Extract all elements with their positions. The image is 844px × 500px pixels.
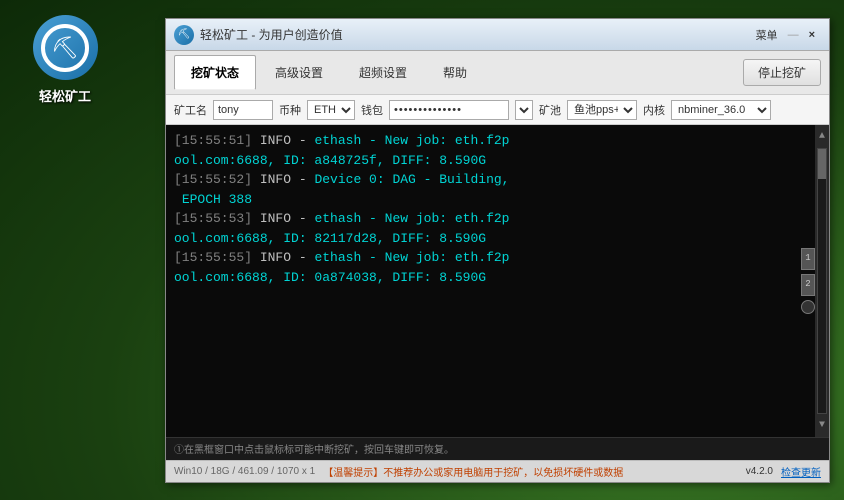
sys-info: Win10 / 18G / 461.09 / 1070 x 1 [174,466,315,477]
log-ts-1: [15:55:51] [174,133,252,148]
scroll-up-arrow[interactable]: ▲ [815,127,829,146]
title-bar: ⛏ 轻松矿工 - 为用户创造价值 菜单 — × [166,19,829,51]
menu-button[interactable]: 菜单 [750,25,784,45]
main-window: ⛏ 轻松矿工 - 为用户创造价值 菜单 — × 挖矿状态 高级设置 超频设置 帮… [165,18,830,483]
update-link[interactable]: 检查更新 [781,464,821,479]
scroll-thumb[interactable] [818,149,826,179]
toolbar: 挖矿状态 高级设置 超频设置 帮助 停止挖矿 [166,51,829,95]
app-icon-label: 轻松矿工 [39,86,91,105]
tab-super-settings[interactable]: 超频设置 [342,55,424,90]
title-left: ⛏ 轻松矿工 - 为用户创造价值 [174,25,343,45]
log-ts-2: [15:55:52] [174,172,252,187]
scroll-track[interactable] [817,148,827,414]
log-line-4: [15:55:55] INFO - ethash - New job: eth.… [174,248,805,287]
log-line-3: [15:55:53] INFO - ethash - New job: eth.… [174,209,805,248]
miner-name-input[interactable] [213,100,273,120]
wallet-label: 钱包 [361,102,383,118]
side-btn-1[interactable]: 1 [801,248,815,270]
title-separator: — [788,29,799,41]
version-label: v4.2.0 [746,466,773,477]
terminal-hint: ①在黑框窗口中点击鼠标标可能中断挖矿，按回车键即可恢复。 [174,445,454,456]
tab-advanced-settings[interactable]: 高级设置 [258,55,340,90]
miner-name-label: 矿工名 [174,102,207,118]
title-controls: 菜单 — × [750,25,821,45]
tab-mining-status[interactable]: 挖矿状态 [174,55,256,90]
fields-row: 矿工名 币种 ETH 钱包 ▼ 矿池 鱼池pps+ 内核 nbminer_36.… [166,95,829,125]
log-line-2: [15:55:52] INFO - Device 0: DAG - Buildi… [174,170,805,209]
window-title: 轻松矿工 - 为用户创造价值 [200,26,343,43]
pool-label: 矿池 [539,102,561,118]
terminal-area: ▲ ▼ [15:55:51] INFO - ethash - New job: … [166,125,829,437]
coin-select[interactable]: ETH [307,100,355,120]
wallet-input[interactable] [389,100,509,120]
pool-select[interactable]: 鱼池pps+ [567,100,637,120]
log-line-1: [15:55:51] INFO - ethash - New job: eth.… [174,131,805,170]
coin-label: 币种 [279,102,301,118]
scroll-down-arrow[interactable]: ▼ [815,416,829,435]
core-label: 内核 [643,102,665,118]
wallet-select[interactable]: ▼ [515,100,533,120]
warning-text: 【温馨提示】不推荐办公或家用电脑用于挖矿，以免损坏硬件或数据 [323,464,623,479]
tab-help[interactable]: 帮助 [426,55,484,90]
terminal-content: [15:55:51] INFO - ethash - New job: eth.… [174,131,805,287]
close-button[interactable]: × [803,27,821,43]
terminal-scrollbar[interactable]: ▲ ▼ [815,125,829,437]
status-bar: Win10 / 18G / 461.09 / 1070 x 1 【温馨提示】不推… [166,460,829,482]
app-icon-image [33,15,98,80]
side-btn-3[interactable] [801,300,815,314]
log-ts-4: [15:55:55] [174,250,252,265]
side-buttons: 1 2 [801,248,815,314]
app-icon: 轻松矿工 [10,10,120,110]
terminal-hint-bar: ①在黑框窗口中点击鼠标标可能中断挖矿，按回车键即可恢复。 [166,437,829,460]
log-ts-3: [15:55:53] [174,211,252,226]
core-select[interactable]: nbminer_36.0 [671,100,771,120]
app-title-icon: ⛏ [174,25,194,45]
side-btn-2[interactable]: 2 [801,274,815,296]
stop-mining-button[interactable]: 停止挖矿 [743,59,821,86]
